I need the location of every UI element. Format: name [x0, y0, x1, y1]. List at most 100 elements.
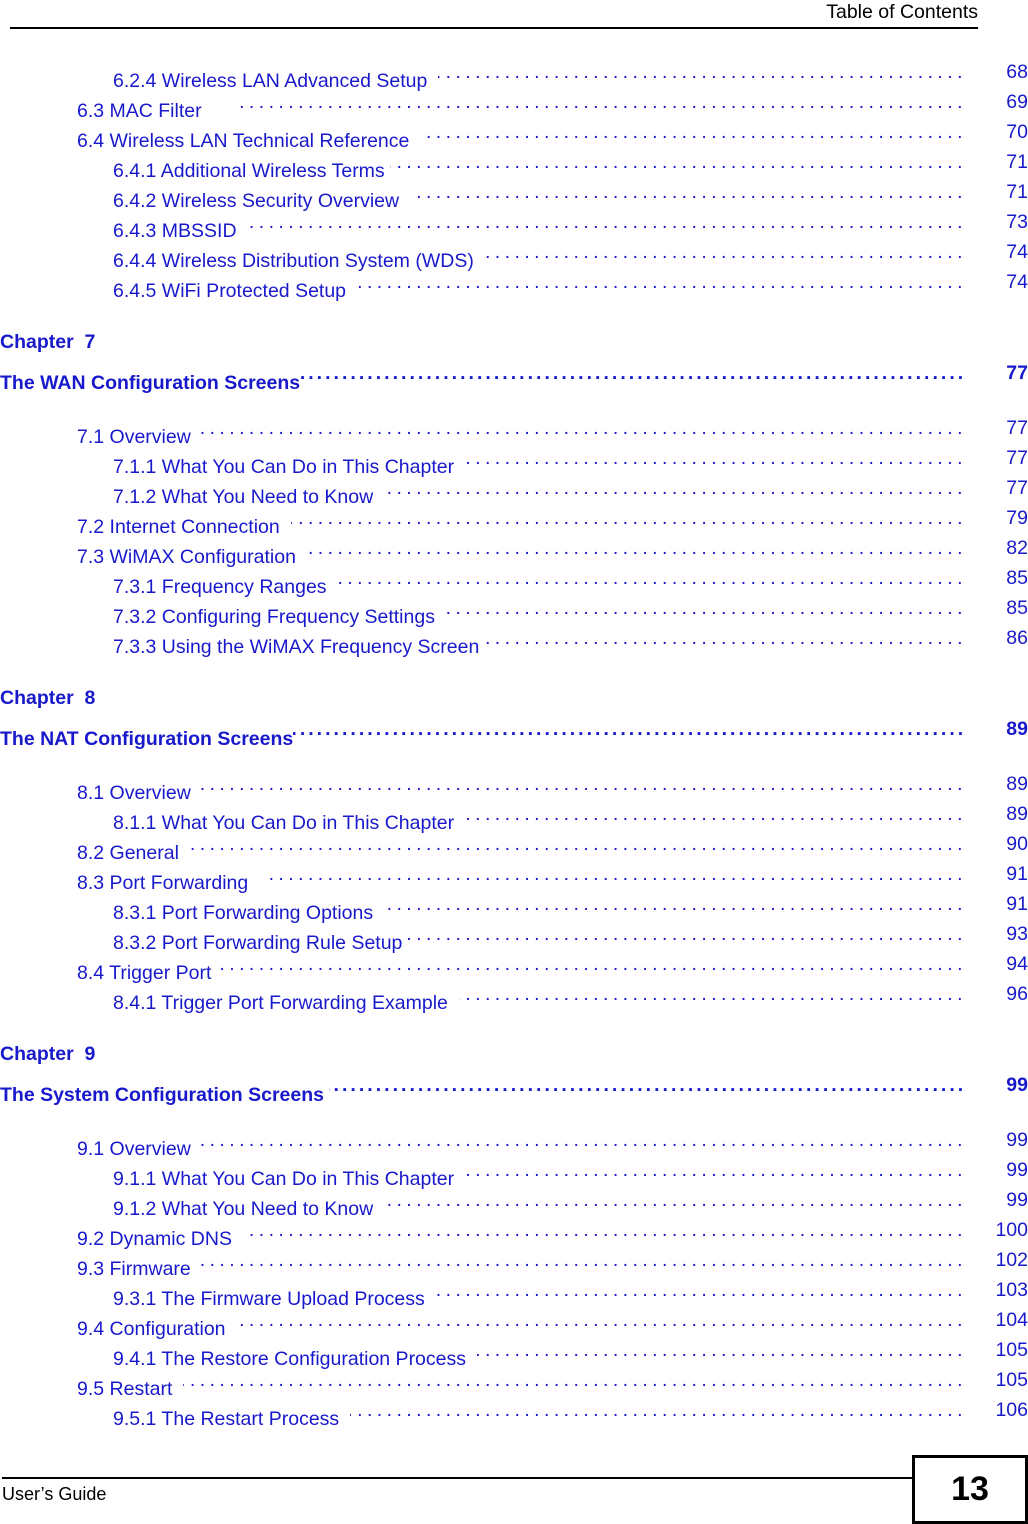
toc-entry[interactable]: 9.2 Dynamic DNS 100 [0, 1215, 1028, 1250]
toc-entry[interactable]: 7.1 Overview 77 [0, 413, 1028, 448]
toc-entry-page-number: 91 [1006, 863, 1028, 885]
toc-entry[interactable]: 6.3 MAC Filter 69 [0, 87, 1028, 122]
toc-entry[interactable]: 8.3.2 Port Forwarding Rule Setup 93 [0, 919, 1028, 954]
toc-entry[interactable]: 8.1.1 What You Can Do in This Chapter 89 [0, 799, 1028, 834]
toc-entry[interactable]: 9.1 Overview 99 [0, 1125, 1028, 1160]
page-number-box: 13 [912, 1455, 1028, 1524]
toc-entry-page-number: 77 [1006, 417, 1028, 439]
toc-entry-page-number: 73 [1006, 211, 1028, 233]
toc-entry[interactable]: 9.1.2 What You Need to Know 99 [0, 1185, 1028, 1220]
toc-entry-page-number: 68 [1006, 61, 1028, 83]
chapter-title-entry[interactable]: The NAT Configuration Screens 89 [0, 713, 1028, 750]
chapter-page-number: 99 [1006, 1074, 1028, 1096]
toc-entry-body: 9.2 Dynamic DNS [77, 1215, 962, 1250]
toc-leader-dots [332, 563, 962, 593]
toc-entry[interactable]: 6.4.2 Wireless Security Overview 71 [0, 177, 1028, 212]
toc-entry[interactable]: 8.4.1 Trigger Port Forwarding Example 96 [0, 979, 1028, 1014]
toc-entry-body: 7.3 WiMAX Configuration [77, 533, 962, 568]
toc-leader-dots [243, 1215, 962, 1245]
toc-entry[interactable]: 7.3.3 Using the WiMAX Frequency Screen 8… [0, 623, 1028, 658]
toc-entry[interactable]: 9.3 Firmware 102 [0, 1245, 1028, 1280]
toc-entry[interactable]: 7.3.1 Frequency Ranges 85 [0, 563, 1028, 598]
toc-entry[interactable]: 8.3.1 Port Forwarding Options 91 [0, 889, 1028, 924]
toc-entry-page-number: 93 [1006, 923, 1028, 945]
toc-entry[interactable]: 7.3.2 Configuring Frequency Settings 85 [0, 593, 1028, 628]
toc-leader-dots [477, 1335, 962, 1365]
toc-entry-label: 8.4.1 Trigger Port Forwarding Example [113, 992, 459, 1014]
toc-entry-body: 7.2 Internet Connection [77, 503, 962, 538]
toc-entry[interactable]: 6.4.5 WiFi Protected Setup 74 [0, 267, 1028, 302]
toc-leader-dots [357, 267, 962, 297]
toc-entry-page-number: 103 [995, 1279, 1028, 1301]
toc-entry-page-number: 105 [995, 1339, 1028, 1361]
chapter-title-entry[interactable]: The WAN Configuration Screens 77 [0, 357, 1028, 394]
toc-entry[interactable]: 8.2 General 90 [0, 829, 1028, 864]
toc-leader-dots [459, 979, 962, 1009]
toc-leader-dots [420, 117, 962, 147]
toc-entry-body: 7.3.1 Frequency Ranges [113, 563, 962, 598]
toc-entry-label: 6.4.5 WiFi Protected Setup [113, 280, 357, 302]
chapter-title-entry[interactable]: The System Configuration Screens 99 [0, 1069, 1028, 1106]
toc-entry-page-number: 99 [1006, 1129, 1028, 1151]
toc-entry[interactable]: 6.4.4 Wireless Distribution System (WDS)… [0, 237, 1028, 272]
toc-entry-page-number: 74 [1006, 271, 1028, 293]
toc-leader-dots [183, 1365, 962, 1395]
toc-entry-body: 9.1 Overview [77, 1125, 962, 1160]
toc-entry[interactable]: 9.4.1 The Restore Configuration Process … [0, 1335, 1028, 1370]
toc-entry[interactable]: 7.1.2 What You Need to Know 77 [0, 473, 1028, 508]
footer-guide-label: User’s Guide [2, 1484, 107, 1504]
toc-entry[interactable]: 6.4 Wireless LAN Technical Reference 70 [0, 117, 1028, 152]
toc-entry[interactable]: 9.5 Restart 105 [0, 1365, 1028, 1400]
toc-entry-page-number: 91 [1006, 893, 1028, 915]
toc-leader-dots [236, 1305, 962, 1335]
toc-entry-body: 8.1 Overview [77, 769, 962, 804]
toc-entry-page-number: 70 [1006, 121, 1028, 143]
toc-entry[interactable]: 6.4.1 Additional Wireless Terms 71 [0, 147, 1028, 182]
toc-entry-body: 9.3.1 The Firmware Upload Process [113, 1275, 962, 1310]
toc-leader-dots [196, 1125, 962, 1155]
toc-entry-page-number: 100 [995, 1219, 1028, 1241]
toc-entry-page-number: 85 [1006, 597, 1028, 619]
toc-entry-body: 8.3.1 Port Forwarding Options [113, 889, 962, 924]
toc-entry[interactable]: 6.4.3 MBSSID 73 [0, 207, 1028, 242]
toc-entry-body: 8.3 Port Forwarding [77, 859, 963, 894]
toc-entry-label: 9.5.1 The Restart Process [113, 1408, 350, 1430]
toc-leader-dots [485, 623, 962, 653]
toc-entry[interactable]: 7.3 WiMAX Configuration 82 [0, 533, 1028, 568]
toc-entry[interactable]: 9.4 Configuration 104 [0, 1305, 1028, 1340]
toc-entry-body: 7.3.2 Configuring Frequency Settings [113, 593, 962, 628]
toc-entry-body: 6.4.3 MBSSID [113, 207, 962, 242]
toc-entry-body: 7.1.1 What You Can Do in This Chapter [113, 443, 962, 478]
toc-entry-page-number: 94 [1006, 953, 1028, 975]
toc-entry[interactable]: 9.3.1 The Firmware Upload Process 103 [0, 1275, 1028, 1310]
toc-page: Table of Contents 6.2.4 Wireless LAN Adv… [0, 0, 1028, 1524]
toc-entry-body: 9.4.1 The Restore Configuration Process [113, 1335, 962, 1370]
toc-entry[interactable]: 8.4 Trigger Port 94 [0, 949, 1028, 984]
toc-entry-body: 6.4.5 WiFi Protected Setup [113, 267, 962, 302]
toc-entry-page-number: 71 [1006, 181, 1028, 203]
toc-entry-page-number: 99 [1006, 1189, 1028, 1211]
toc-entry[interactable]: 7.2 Internet Connection 79 [0, 503, 1028, 538]
toc-leader-dots [265, 859, 963, 889]
toc-entry-body: 6.4.1 Additional Wireless Terms [113, 147, 962, 182]
toc-leader-dots [410, 177, 962, 207]
toc-entry-page-number: 82 [1006, 537, 1028, 559]
chapter-label: Chapter 9 [0, 1043, 96, 1065]
toc-entry[interactable]: 7.1.1 What You Can Do in This Chapter 77 [0, 443, 1028, 478]
page-footer: User’s Guide 13 [0, 1455, 1028, 1524]
toc-entry[interactable]: 8.1 Overview 89 [0, 769, 1028, 804]
toc-entry-body: 6.2.4 Wireless LAN Advanced Setup [113, 57, 962, 92]
toc-entry-page-number: 96 [1006, 983, 1028, 1005]
toc-entry-body: 8.3.2 Port Forwarding Rule Setup [113, 919, 962, 954]
toc-leader-dots [479, 237, 962, 267]
toc-entry[interactable]: 9.5.1 The Restart Process 106 [0, 1395, 1028, 1430]
toc-entry[interactable]: 8.3 Port Forwarding 91 [0, 859, 1028, 894]
toc-leader-dots [430, 1275, 962, 1305]
toc-leader-dots [196, 769, 962, 799]
toc-entry[interactable]: 9.1.1 What You Can Do in This Chapter 99 [0, 1155, 1028, 1190]
toc-entry-body: 6.4.2 Wireless Security Overview [113, 177, 962, 212]
toc-entry-label: 7.3.3 Using the WiMAX Frequency Screen [113, 636, 485, 658]
toc-leader-dots [300, 357, 962, 389]
toc-leader-dots [196, 413, 962, 443]
toc-entry[interactable]: 6.2.4 Wireless LAN Advanced Setup 68 [0, 57, 1028, 92]
